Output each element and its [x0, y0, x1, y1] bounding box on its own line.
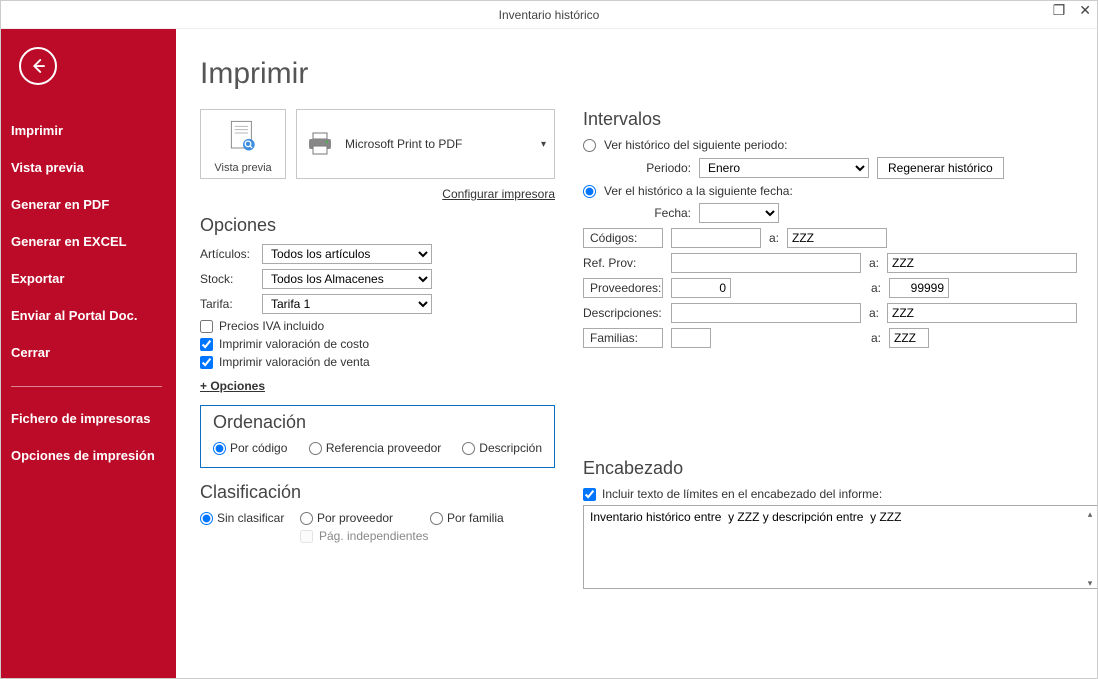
codigos-button[interactable]: Códigos:: [583, 228, 663, 248]
back-arrow-icon: [29, 57, 47, 75]
sidebar: Imprimir Vista previa Generar en PDF Gen…: [1, 29, 176, 678]
a-label: a:: [871, 331, 881, 345]
radio-periodo[interactable]: [583, 139, 596, 152]
pag-independientes-checkbox: [300, 530, 313, 543]
encabezado-textarea[interactable]: Inventario histórico entre y ZZZ y descr…: [583, 505, 1097, 589]
window-restore-icon[interactable]: ❐: [1053, 3, 1066, 17]
vista-previa-button[interactable]: Vista previa: [200, 109, 286, 179]
window-close-icon[interactable]: ✕: [1079, 3, 1091, 17]
scroll-down-icon[interactable]: ▾: [1083, 576, 1097, 590]
sidebar-item-cerrar[interactable]: Cerrar: [1, 335, 170, 370]
periodo-label: Periodo:: [583, 161, 691, 175]
page-title: Imprimir: [200, 57, 1073, 91]
titlebar: Inventario histórico ❐ ✕: [1, 1, 1097, 29]
radio-fecha-label: Ver el histórico a la siguiente fecha:: [604, 184, 793, 198]
sidebar-item-imprimir[interactable]: Imprimir: [1, 113, 170, 148]
pag-independientes-label: Pág. independientes: [319, 529, 428, 543]
scroll-up-icon[interactable]: ▴: [1083, 507, 1097, 521]
regenerar-historico-button[interactable]: Regenerar histórico: [877, 157, 1004, 179]
codigos-to-input[interactable]: [787, 228, 887, 248]
codigos-from-input[interactable]: [671, 228, 761, 248]
familias-to-input[interactable]: [889, 328, 929, 348]
proveedores-to-input[interactable]: [889, 278, 949, 298]
tarifa-select[interactable]: Tarifa 1: [262, 294, 432, 314]
tarifa-label: Tarifa:: [200, 297, 256, 311]
back-button[interactable]: [19, 47, 57, 85]
ordenacion-heading: Ordenación: [213, 412, 542, 433]
familias-from-input[interactable]: [671, 328, 711, 348]
descripciones-from-input[interactable]: [671, 303, 861, 323]
sidebar-item-generar-excel[interactable]: Generar en EXCEL: [1, 224, 170, 259]
proveedores-button[interactable]: Proveedores:: [583, 278, 663, 298]
familias-button[interactable]: Familias:: [583, 328, 663, 348]
articulos-label: Artículos:: [200, 247, 256, 261]
a-label: a:: [871, 281, 881, 295]
radio-periodo-label: Ver histórico del siguiente periodo:: [604, 138, 787, 152]
sidebar-item-vista-previa[interactable]: Vista previa: [1, 150, 170, 185]
orden-descripcion[interactable]: Descripción: [462, 441, 542, 455]
a-label: a:: [869, 306, 879, 320]
a-label: a:: [869, 256, 879, 270]
refprov-label: Ref. Prov:: [583, 256, 663, 270]
include-limits-label: Incluir texto de límites en el encabezad…: [602, 487, 882, 501]
more-options-link[interactable]: + Opciones: [200, 379, 265, 393]
articulos-select[interactable]: Todos los artículos: [262, 244, 432, 264]
configure-printer-link[interactable]: Configurar impresora: [442, 187, 555, 201]
refprov-to-input[interactable]: [887, 253, 1077, 273]
precios-iva-checkbox[interactable]: [200, 320, 213, 333]
fecha-label: Fecha:: [583, 206, 691, 220]
printer-name: Microsoft Print to PDF: [345, 137, 462, 151]
stock-select[interactable]: Todos los Almacenes: [262, 269, 432, 289]
sidebar-separator: [11, 386, 162, 387]
encabezado-heading: Encabezado: [583, 458, 1097, 479]
clasif-por-proveedor[interactable]: Por proveedor: [300, 511, 430, 525]
clasif-sin[interactable]: Sin clasificar: [200, 511, 300, 525]
val-costo-label: Imprimir valoración de costo: [219, 337, 369, 351]
val-venta-label: Imprimir valoración de venta: [219, 355, 370, 369]
intervalos-heading: Intervalos: [583, 109, 1097, 130]
document-preview-icon: [226, 118, 260, 158]
a-label: a:: [769, 231, 779, 245]
vista-previa-label: Vista previa: [214, 162, 271, 174]
refprov-from-input[interactable]: [671, 253, 861, 273]
periodo-select[interactable]: Enero: [699, 158, 869, 178]
include-limits-checkbox[interactable]: [583, 488, 596, 501]
val-costo-checkbox[interactable]: [200, 338, 213, 351]
descripciones-to-input[interactable]: [887, 303, 1077, 323]
stock-label: Stock:: [200, 272, 256, 286]
precios-iva-label: Precios IVA incluido: [219, 319, 324, 333]
window-title: Inventario histórico: [499, 8, 600, 22]
clasificacion-heading: Clasificación: [200, 482, 555, 503]
proveedores-from-input[interactable]: [671, 278, 731, 298]
sidebar-item-enviar-portal[interactable]: Enviar al Portal Doc.: [1, 298, 170, 333]
sidebar-item-fichero-impresoras[interactable]: Fichero de impresoras: [1, 401, 170, 436]
chevron-down-icon: ▾: [541, 139, 546, 150]
clasif-por-familia[interactable]: Por familia: [430, 511, 504, 525]
fecha-select[interactable]: [699, 203, 779, 223]
descripciones-label: Descripciones:: [583, 306, 663, 320]
printer-selector[interactable]: Microsoft Print to PDF ▾: [296, 109, 555, 179]
sidebar-item-generar-pdf[interactable]: Generar en PDF: [1, 187, 170, 222]
printer-icon: [305, 130, 335, 158]
radio-fecha[interactable]: [583, 185, 596, 198]
opciones-heading: Opciones: [200, 215, 555, 236]
sidebar-item-opciones-impresion[interactable]: Opciones de impresión: [1, 438, 170, 473]
orden-ref-proveedor[interactable]: Referencia proveedor: [309, 441, 462, 455]
val-venta-checkbox[interactable]: [200, 356, 213, 369]
orden-por-codigo[interactable]: Por código: [213, 441, 309, 455]
sidebar-item-exportar[interactable]: Exportar: [1, 261, 170, 296]
